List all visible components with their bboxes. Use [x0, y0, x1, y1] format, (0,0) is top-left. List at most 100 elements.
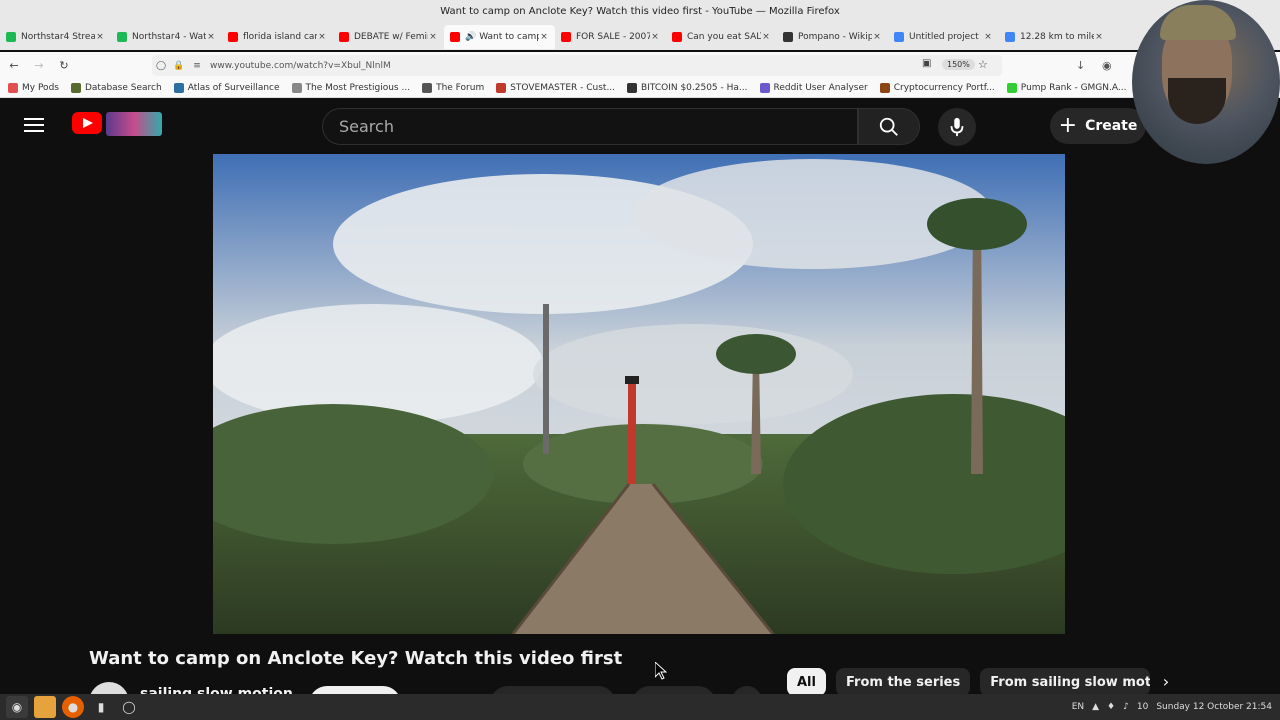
chip-from-channel[interactable]: From sailing slow motion [980, 668, 1151, 696]
browser-tab[interactable]: Untitled project × [888, 25, 999, 49]
clock[interactable]: Sunday 12 October 21:54 [1156, 702, 1272, 712]
tab-label: Pompano - Wikipe [798, 32, 872, 42]
video-title: Want to camp on Anclote Key? Watch this … [89, 648, 623, 669]
speaker-icon[interactable]: 🔊 [465, 32, 476, 42]
url-bar[interactable]: ◯ 🔒 ≡ www.youtube.com/watch?v=Xbul_NlnlM… [152, 55, 1002, 76]
tab-label: Northstar4 - Watc [132, 32, 206, 42]
tab-favicon-icon [339, 32, 349, 42]
bookmark-item[interactable]: Reddit User Analyser [759, 83, 868, 93]
bookmark-label: The Most Prestigious ... [305, 83, 411, 93]
file-manager-icon[interactable] [34, 696, 56, 718]
taskbar: ◉ ● ▮ ◯ EN ▲ ♦ ♪ 10 Sunday 12 October 21… [0, 694, 1280, 720]
browser-tab[interactable]: DEBATE w/ Femin × [333, 25, 444, 49]
browser-tab[interactable]: Pompano - Wikipe × [777, 25, 888, 49]
browser-tab[interactable]: Northstar4 - Watc × [111, 25, 222, 49]
close-tab-icon[interactable]: × [206, 32, 216, 42]
youtube-logo[interactable] [72, 112, 102, 134]
bookmarks-bar: My Pods Database Search Atlas of Surveilla… [0, 79, 1280, 98]
close-tab-icon[interactable]: × [317, 32, 327, 42]
close-tab-icon[interactable]: × [539, 32, 549, 42]
create-button[interactable]: + Create [1050, 108, 1146, 144]
browser-tab[interactable]: Can you eat SALTU× [666, 25, 777, 49]
permissions-icon[interactable]: ≡ [188, 61, 206, 71]
close-tab-icon[interactable]: × [983, 32, 993, 42]
picture-in-picture-icon[interactable]: ▣ [922, 58, 931, 69]
chip-from-series[interactable]: From the series [835, 668, 971, 696]
zoom-badge[interactable]: 150% [942, 59, 975, 70]
bookmark-item[interactable]: The Forum [422, 83, 484, 93]
tab-label: Can you eat SALTU [687, 32, 761, 42]
voice-search-button[interactable] [938, 108, 976, 146]
browser-tab[interactable]: 12.28 km to miles × [999, 25, 1110, 49]
firefox-icon[interactable]: ● [62, 696, 84, 718]
network-icon[interactable]: ▲ [1092, 702, 1099, 712]
tab-favicon-icon [783, 32, 793, 42]
browser-tab[interactable]: 🔊 Want to camp × [444, 25, 555, 49]
tab-label: Untitled project [909, 32, 979, 42]
video-frame [213, 154, 1065, 634]
close-tab-icon[interactable]: × [650, 32, 660, 42]
close-tab-icon[interactable]: × [95, 32, 105, 42]
bluetooth-icon[interactable]: ♦ [1107, 702, 1115, 712]
browser-tab[interactable]: FOR SALE - 2007 K× [555, 25, 666, 49]
close-tab-icon[interactable]: × [1094, 32, 1104, 42]
bookmark-favicon-icon [422, 83, 433, 93]
menu-icon[interactable] [24, 114, 48, 138]
tab-favicon-icon [450, 32, 460, 42]
related-chips: All From the series From sailing slow mo… [787, 668, 1160, 696]
tab-strip: Northstar4 Stream×Northstar4 - Watc×flor… [0, 24, 1280, 50]
shield-icon[interactable]: ◯ [152, 61, 170, 71]
keyboard-layout[interactable]: EN [1072, 702, 1084, 712]
video-player[interactable] [213, 154, 1065, 634]
close-tab-icon[interactable]: × [428, 32, 438, 42]
nav-bar: ← → ↻ ◯ 🔒 ≡ www.youtube.com/watch?v=Xbul… [0, 52, 1280, 79]
doodle-logo[interactable] [106, 112, 162, 136]
bookmark-label: The Forum [436, 83, 485, 93]
bookmark-favicon-icon [627, 83, 638, 93]
close-tab-icon[interactable]: × [872, 32, 882, 42]
chip-all[interactable]: All [787, 668, 826, 696]
url-text[interactable]: www.youtube.com/watch?v=Xbul_NlnlM [210, 61, 391, 71]
tab-favicon-icon [6, 32, 16, 42]
tab-label: DEBATE w/ Femin [354, 32, 428, 42]
back-button[interactable]: ← [3, 55, 25, 77]
tab-label: Want to camp [479, 32, 539, 42]
bookmark-item[interactable]: Atlas of Surveillance [173, 83, 280, 93]
webcam-cap [1160, 5, 1236, 40]
bookmark-item[interactable]: My Pods [8, 83, 59, 93]
terminal-icon[interactable]: ▮ [90, 696, 112, 718]
account-icon[interactable]: ◉ [1102, 55, 1112, 76]
create-label: Create [1085, 118, 1138, 134]
downloads-icon[interactable]: ↓ [1076, 55, 1085, 76]
reload-button[interactable]: ↻ [53, 55, 75, 77]
bookmark-favicon-icon [879, 83, 890, 93]
close-tab-icon[interactable]: × [761, 32, 771, 42]
mouse-cursor-icon [655, 662, 667, 680]
lock-icon[interactable]: 🔒 [170, 61, 188, 71]
screen: Want to camp on Anclote Key? Watch this … [0, 0, 1280, 720]
browser-tab[interactable]: Northstar4 Stream× [0, 25, 111, 49]
tab-favicon-icon [1005, 32, 1015, 42]
obs-icon[interactable]: ◯ [118, 696, 140, 718]
bookmark-label: Pump Rank - GMGN.A... [1020, 83, 1127, 93]
forward-button[interactable]: → [28, 55, 50, 77]
search-input[interactable]: Search [322, 108, 858, 145]
bookmark-favicon-icon [291, 83, 302, 93]
bookmark-item[interactable]: BITCOIN $0.2505 - Ha... [627, 83, 748, 93]
bookmark-star-icon[interactable]: ☆ [978, 58, 988, 71]
bookmark-item[interactable]: The Most Prestigious ... [291, 83, 411, 93]
start-menu-icon[interactable]: ◉ [6, 696, 28, 718]
tab-favicon-icon [672, 32, 682, 42]
bookmark-item[interactable]: Database Search [70, 83, 162, 93]
webcam-beard [1168, 78, 1226, 124]
search-button[interactable] [858, 108, 920, 145]
bookmark-item[interactable]: STOVEMASTER - Cust... [496, 83, 615, 93]
browser-tab[interactable]: florida island cam × [222, 25, 333, 49]
tab-label: 12.28 km to miles [1020, 32, 1094, 42]
tab-label: FOR SALE - 2007 K [576, 32, 650, 42]
chevron-right-icon[interactable]: › [1156, 672, 1176, 692]
bookmark-item[interactable]: Pump Rank - GMGN.A... [1006, 83, 1127, 93]
microphone-icon [950, 117, 964, 137]
bookmark-item[interactable]: Cryptocurrency Portf... [879, 83, 995, 93]
volume-icon[interactable]: ♪ [1123, 702, 1129, 712]
